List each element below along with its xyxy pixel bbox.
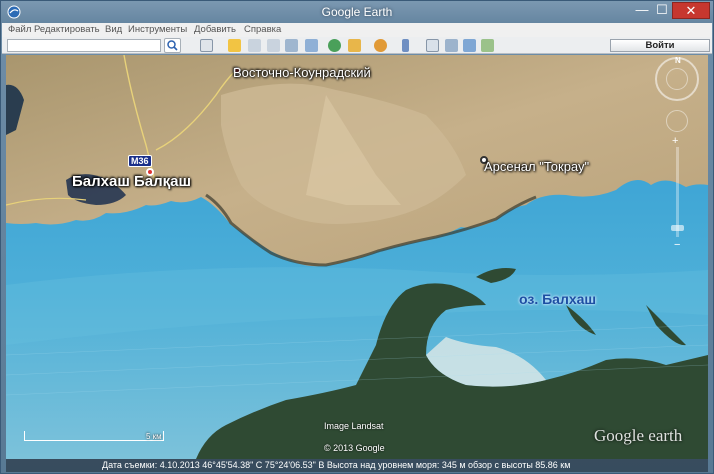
road-shield-m36: M36: [128, 155, 152, 167]
placemark-icon[interactable]: [228, 39, 241, 52]
lake-label[interactable]: оз. Балхаш: [519, 291, 596, 307]
menu-tools[interactable]: Инструменты: [128, 24, 187, 35]
view-in-maps-icon[interactable]: [463, 39, 476, 52]
record-tour-icon[interactable]: [305, 39, 318, 52]
map-viewport[interactable]: Восточно-Коунрадский Арсенал "Токрау" M3…: [6, 55, 708, 459]
zoom-out-button[interactable]: −: [674, 239, 680, 251]
menu-bar: Файл Редактировать Вид Инструменты Добав…: [2, 23, 712, 37]
status-text: Дата съемки: 4.10.2013 46°45'54.38" С 75…: [102, 460, 571, 470]
north-indicator[interactable]: N: [675, 56, 681, 65]
copyright-text: © 2013 Google: [324, 443, 385, 453]
print-icon[interactable]: [445, 39, 458, 52]
scale-label: 5 км: [146, 432, 162, 441]
place-label-arsenal[interactable]: Арсенал "Токрау": [484, 159, 589, 174]
menu-view[interactable]: Вид: [105, 24, 122, 35]
menu-help[interactable]: Справка: [244, 24, 281, 35]
zoom-slider-thumb[interactable]: [671, 225, 684, 231]
scale-bar: [24, 431, 164, 441]
search-input[interactable]: [7, 39, 161, 52]
zoom-in-button[interactable]: +: [672, 135, 678, 147]
title-bar[interactable]: Google Earth — ☐ ✕: [1, 1, 713, 23]
planets-icon[interactable]: [374, 39, 387, 52]
historical-imagery-icon[interactable]: [328, 39, 341, 52]
place-label-vostochno[interactable]: Восточно-Коунрадский: [233, 65, 371, 80]
google-earth-logo: Google earth: [594, 426, 683, 445]
minimize-button[interactable]: —: [632, 2, 652, 19]
search-icon: [167, 40, 178, 51]
sign-in-button[interactable]: Войти: [610, 39, 710, 52]
sunlight-icon[interactable]: [348, 39, 361, 52]
google-earth-window: Google Earth — ☐ ✕ Файл Редактировать Ви…: [0, 0, 714, 474]
look-joystick[interactable]: [666, 68, 688, 90]
email-icon[interactable]: [426, 39, 439, 52]
save-image-icon[interactable]: [481, 39, 494, 52]
zoom-slider-track[interactable]: [676, 147, 679, 237]
place-label-balkhash[interactable]: Балхаш Балқаш: [72, 173, 191, 190]
image-credit: Image Landsat: [324, 421, 384, 431]
close-button[interactable]: ✕: [672, 2, 710, 19]
menu-file[interactable]: Файл: [8, 24, 31, 35]
toolbar: Войти: [2, 37, 712, 54]
satellite-imagery: [6, 55, 708, 459]
move-joystick[interactable]: [666, 110, 688, 132]
polygon-icon[interactable]: [248, 39, 261, 52]
maximize-button[interactable]: ☐: [652, 2, 672, 19]
menu-add[interactable]: Добавить: [194, 24, 236, 35]
menu-edit[interactable]: Редактировать: [34, 24, 100, 35]
search-button[interactable]: [164, 38, 181, 53]
status-bar: Дата съемки: 4.10.2013 46°45'54.38" С 75…: [6, 459, 708, 472]
sidebar-toggle-icon[interactable]: [200, 39, 213, 52]
ruler-icon[interactable]: [402, 39, 409, 52]
image-overlay-icon[interactable]: [285, 39, 298, 52]
path-icon[interactable]: [267, 39, 280, 52]
window-title: Google Earth: [321, 5, 393, 19]
